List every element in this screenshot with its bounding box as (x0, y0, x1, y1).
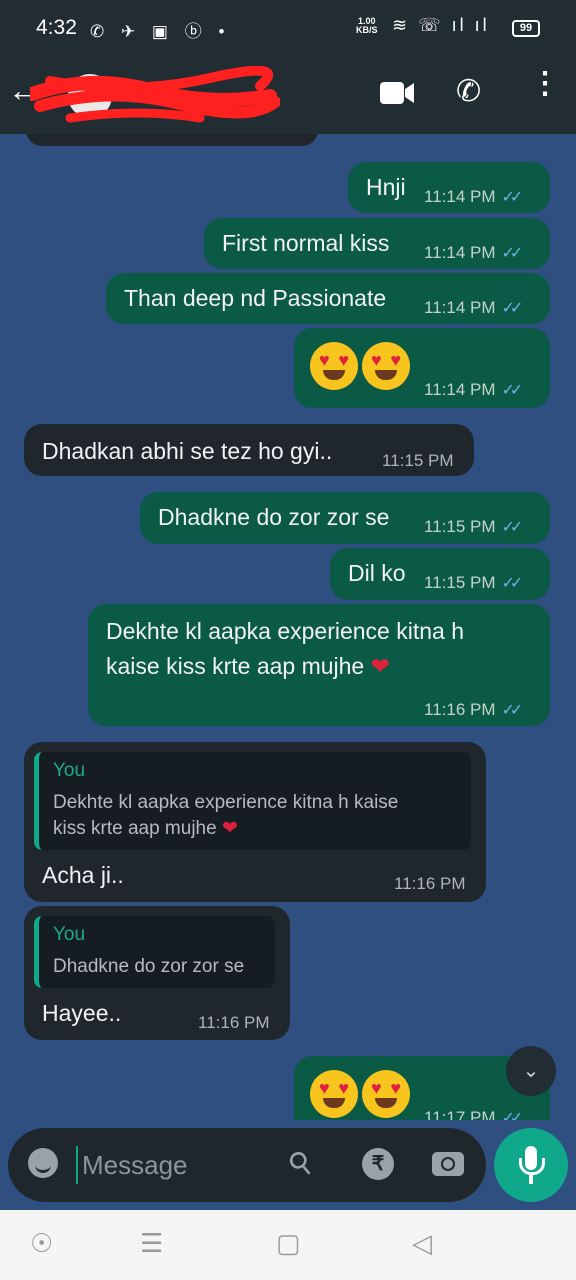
emoji-content (310, 342, 414, 390)
battery-icon: 99 (512, 20, 540, 37)
read-receipt-icon: ✓✓ (501, 519, 524, 536)
message-text-line2-text: kaise kiss krte aap mujhe (106, 653, 365, 679)
heart-eyes-emoji-icon (362, 1070, 410, 1118)
read-receipt-icon: ✓✓ (501, 575, 524, 592)
message-meta: 11:17 PM ✓✓ (424, 1108, 524, 1120)
signal-icons: ≋ ☏ ıl ıl (392, 15, 490, 35)
message-text: Dil ko (348, 560, 406, 586)
message-meta: 11:16 PM ✓✓ (424, 700, 524, 720)
network-speed: 1.00 KB/S (356, 17, 378, 35)
double-chevron-down-icon: ⌄ (522, 1060, 540, 1082)
heart-eyes-emoji-icon (310, 1070, 358, 1118)
back-icon[interactable]: ◁ (412, 1230, 432, 1256)
home-icon[interactable]: ▢ (276, 1230, 301, 1256)
read-receipt-icon: ✓✓ (501, 1110, 524, 1120)
message-text: Dhadkne do zor zor se (158, 504, 390, 530)
quoted-text-line2: kiss krte aap mujhe (53, 818, 217, 839)
message-bubble-outgoing[interactable]: Dil ko 11:15 PM ✓✓ (330, 548, 550, 600)
scroll-to-bottom-button[interactable]: ⌄ (506, 1046, 556, 1096)
message-time: 11:17 PM (424, 1108, 496, 1120)
chat-header: ← ✆ ⋮ (0, 58, 576, 134)
message-input[interactable] (80, 1144, 284, 1186)
quoted-message[interactable]: You Dekhte kl aapka experience kitna h k… (34, 752, 471, 850)
system-nav-bar: ☉ ☰ ▢ ◁ (0, 1210, 576, 1280)
message-time: 11:16 PM (424, 700, 496, 719)
emoji-icon[interactable] (28, 1148, 58, 1178)
network-speed-unit: KB/S (356, 25, 378, 35)
message-bubble-outgoing[interactable]: Dekhte kl aapka experience kitna h kaise… (88, 604, 550, 726)
quoted-author: You (53, 760, 86, 781)
message-text: Than deep nd Passionate (124, 285, 387, 311)
read-receipt-icon: ✓✓ (501, 189, 524, 206)
message-bubble-outgoing[interactable]: Than deep nd Passionate 11:14 PM ✓✓ (106, 273, 550, 324)
notification-icons: ✆ ✈ ▣ ⓑ • (90, 22, 231, 41)
camera-icon[interactable] (432, 1152, 464, 1176)
message-time: 11:16 PM (394, 874, 466, 893)
message-time: 11:14 PM (424, 187, 496, 206)
message-text-line1: Dekhte kl aapka experience kitna h (106, 618, 464, 644)
phone-call-icon[interactable]: ✆ (456, 74, 481, 109)
message-text: Hayee.. (42, 1000, 122, 1026)
message-text-line2: kaise kiss krte aap mujhe ❤ (106, 653, 390, 680)
video-call-icon[interactable] (380, 80, 416, 111)
quoted-author: You (53, 924, 86, 945)
heart-eyes-emoji-icon (362, 342, 410, 390)
menu-icon[interactable]: ☰ (140, 1230, 163, 1256)
status-bar: 4:32 ✆ ✈ ▣ ⓑ • 1.00 KB/S ≋ ☏ ıl ıl 99 (0, 0, 576, 58)
message-bubble-outgoing[interactable]: First normal kiss 11:14 PM ✓✓ (204, 218, 550, 269)
message-time: 11:15 PM (424, 573, 496, 592)
redacted-contact-name[interactable] (30, 66, 280, 126)
message-time: 11:15 PM (382, 451, 454, 470)
chat-area: Hnji 11:14 PM ✓✓ First normal kiss 11:14 … (0, 134, 576, 1120)
text-cursor (76, 1146, 78, 1184)
message-text: Dhadkan abhi se tez ho gyi.. (42, 438, 333, 464)
read-receipt-icon: ✓✓ (501, 702, 524, 719)
quoted-text-line1: Dekhte kl aapka experience kitna h kaise (53, 792, 399, 813)
message-time: 11:14 PM (424, 298, 496, 317)
emoji-content (310, 1070, 414, 1118)
quoted-text: Dhadkne do zor zor se (53, 956, 245, 977)
voice-record-button[interactable] (494, 1128, 568, 1202)
read-receipt-icon: ✓✓ (501, 245, 524, 262)
message-time: 11:14 PM (424, 243, 496, 262)
message-time: 11:15 PM (424, 517, 496, 536)
emoji-message-outgoing[interactable]: 11:14 PM ✓✓ (294, 328, 550, 408)
message-text: Hnji (366, 174, 406, 200)
red-heart-emoji-icon: ❤ (370, 653, 390, 679)
quoted-message[interactable]: You Dhadkne do zor zor se (34, 916, 275, 988)
red-heart-emoji-icon: ❤ (221, 818, 238, 839)
assistant-icon[interactable]: ☉ (30, 1230, 53, 1256)
quoted-text: Dekhte kl aapka experience kitna h kaise… (53, 790, 398, 842)
message-bubble-outgoing[interactable]: Dhadkne do zor zor se 11:15 PM ✓✓ (140, 492, 550, 544)
heart-eyes-emoji-icon (310, 342, 358, 390)
message-bubble-incoming[interactable]: Dhadkan abhi se tez ho gyi.. 11:15 PM (24, 424, 474, 476)
attach-icon[interactable]: ⚲ (281, 1143, 320, 1184)
message-time: 11:16 PM (198, 1013, 270, 1032)
message-meta: 11:14 PM ✓✓ (424, 187, 524, 207)
message-bubble-incoming-reply[interactable]: You Dekhte kl aapka experience kitna h k… (24, 742, 486, 902)
message-bubble-incoming-reply[interactable]: You Dhadkne do zor zor se Hayee.. 11:16 … (24, 906, 290, 1040)
message-time: 11:14 PM (424, 380, 496, 399)
message-meta: 11:14 PM ✓✓ (424, 298, 524, 318)
status-time: 4:32 (36, 16, 77, 39)
message-text: First normal kiss (222, 230, 390, 256)
more-options-icon[interactable]: ⋮ (530, 69, 560, 99)
message-bubble-outgoing[interactable]: Hnji 11:14 PM ✓✓ (348, 162, 550, 213)
read-receipt-icon: ✓✓ (501, 300, 524, 317)
read-receipt-icon: ✓✓ (501, 382, 524, 399)
message-meta: 11:14 PM ✓✓ (424, 243, 524, 263)
message-meta: 11:15 PM ✓✓ (424, 573, 524, 593)
message-meta: 11:14 PM ✓✓ (424, 380, 524, 400)
payment-icon[interactable]: ₹ (362, 1148, 394, 1180)
message-composer: ⚲ ₹ (8, 1128, 486, 1202)
message-bubble-partial (26, 134, 318, 146)
message-meta: 11:15 PM ✓✓ (424, 517, 524, 537)
message-text: Acha ji.. (42, 862, 124, 888)
